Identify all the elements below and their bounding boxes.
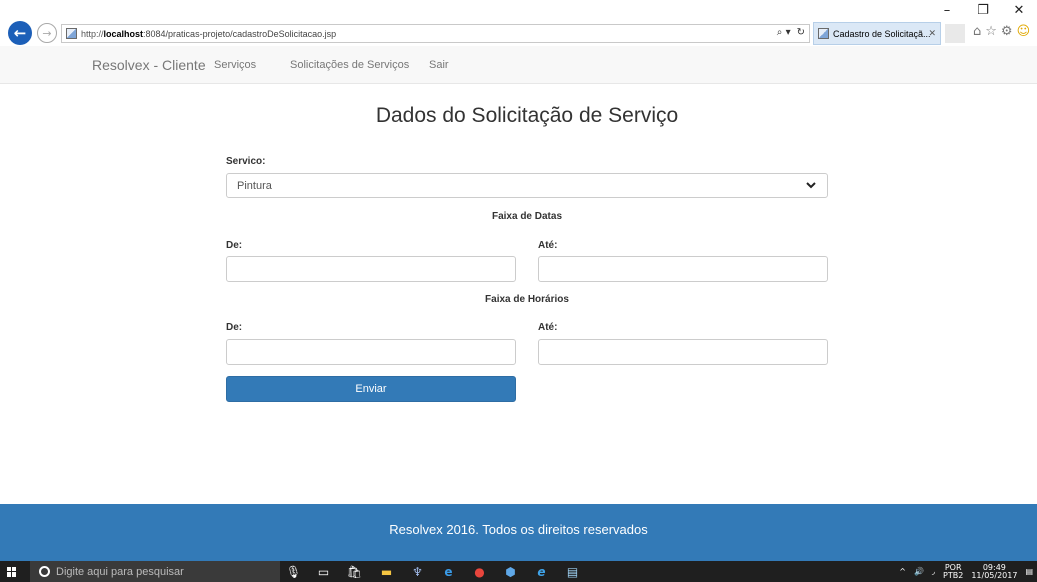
browser-tab[interactable]: Cadastro de Solicitaçã... ✕ (813, 22, 941, 45)
date-to-label: Até: (538, 240, 558, 251)
home-icon[interactable]: ⌂ (973, 24, 981, 39)
url-prefix: http:// (81, 28, 104, 39)
restore-button[interactable]: ❐ (965, 0, 1001, 20)
windows-logo-icon (6, 566, 17, 577)
time-to-input[interactable] (538, 339, 828, 365)
network-app-icon[interactable]: ♆ (410, 564, 425, 579)
url-path: :8084/praticas-projeto/cadastroDeSolicit… (143, 28, 337, 39)
page-footer: Resolvex 2016. Todos os direitos reserva… (0, 504, 1037, 561)
internet-explorer-icon[interactable]: e (534, 564, 549, 579)
time-from-input[interactable] (226, 339, 516, 365)
notes-icon[interactable]: ▤ (565, 564, 580, 579)
store-icon[interactable]: 🛍 (347, 564, 362, 579)
nav-link-servicos[interactable]: Serviços (214, 59, 256, 71)
system-tray: ^ 🔊 ◞ POR PTB2 09:49 11/05/2017 ▤ (895, 561, 1037, 582)
edge-icon[interactable]: e (441, 564, 456, 579)
language-bottom: PTB2 (943, 570, 964, 580)
close-window-button[interactable]: ✕ (1001, 0, 1037, 20)
back-button[interactable]: ← (8, 21, 32, 45)
taskbar-search-placeholder: Digite aqui para pesquisar (56, 565, 184, 578)
time-from-label: De: (226, 322, 243, 333)
arrow-left-icon: ← (13, 24, 27, 42)
arrow-right-icon: → (42, 26, 52, 40)
address-bar[interactable]: http://localhost:8084/praticas-projeto/c… (61, 24, 810, 43)
refresh-icon[interactable]: ↻ (797, 27, 805, 38)
chrome-icon[interactable]: ● (472, 564, 487, 579)
date-range-heading: Faixa de Datas (491, 211, 563, 222)
app-navbar: Resolvex - Cliente Serviços Solicitações… (0, 46, 1037, 84)
brand-link[interactable]: Resolvex - Cliente (92, 57, 206, 73)
taskbar-search[interactable]: Digite aqui para pesquisar (30, 561, 280, 582)
windows-taskbar: Digite aqui para pesquisar 🎙 ▭ 🛍 ▬ ♆ e ●… (0, 561, 1037, 582)
tab-title: Cadastro de Solicitaçã... (833, 28, 931, 39)
clock[interactable]: 09:49 11/05/2017 (971, 563, 1018, 580)
page-title: Dados do Solicitação de Serviço (375, 104, 679, 127)
minimize-button[interactable]: – (929, 0, 965, 20)
tab-page-icon (818, 28, 829, 39)
nav-link-sair[interactable]: Sair (429, 59, 449, 71)
cortana-icon (39, 566, 50, 577)
date-to-input[interactable] (538, 256, 828, 282)
service-select-value: Pintura (237, 180, 272, 192)
browser-chrome: – ❐ ✕ ← → http://localhost:8084/praticas… (0, 0, 1037, 46)
service-label: Servico: (226, 156, 266, 167)
time-to-label: Até: (538, 322, 558, 333)
clock-date: 11/05/2017 (971, 570, 1018, 580)
window-controls: – ❐ ✕ (929, 0, 1037, 20)
date-from-input[interactable] (226, 256, 516, 282)
tab-close-icon[interactable]: ✕ (928, 29, 936, 39)
settings-icon[interactable]: ⚙ (1001, 24, 1013, 39)
microphone-icon[interactable]: 🎙 (286, 564, 301, 579)
address-tools: ⌕ ▾ ↻ (777, 27, 805, 38)
task-view-icon[interactable]: ▭ (316, 564, 331, 579)
wifi-icon[interactable]: ◞ (932, 567, 935, 576)
date-from-label: De: (226, 240, 243, 251)
submit-button[interactable]: Enviar (226, 376, 516, 402)
nav-link-solicitacoes[interactable]: Solicitações de Serviços (290, 59, 409, 71)
forward-button[interactable]: → (37, 23, 57, 43)
chevron-up-icon[interactable]: ^ (899, 567, 906, 576)
chevron-down-icon (806, 182, 816, 189)
language-indicator[interactable]: POR PTB2 (943, 563, 964, 580)
file-explorer-icon[interactable]: ▬ (379, 564, 394, 579)
start-button[interactable] (0, 561, 23, 582)
time-range-heading: Faixa de Horários (485, 294, 569, 305)
favorites-icon[interactable]: ☆ (985, 24, 997, 39)
browser-toolbar: ⌂ ☆ ⚙ ☺ (973, 24, 1030, 39)
page-icon (66, 28, 77, 39)
feedback-smiley-icon[interactable]: ☺ (1017, 24, 1031, 39)
footer-text: Resolvex 2016. Todos os direitos reserva… (389, 522, 648, 537)
notifications-icon[interactable]: ▤ (1025, 567, 1033, 576)
new-tab-button[interactable] (945, 24, 965, 43)
url-host: localhost (103, 28, 144, 39)
virtualbox-icon[interactable]: ⬢ (503, 564, 518, 579)
search-dropdown-icon[interactable]: ⌕ ▾ (777, 27, 791, 38)
volume-icon[interactable]: 🔊 (914, 567, 924, 576)
service-select[interactable]: Pintura (226, 173, 828, 198)
